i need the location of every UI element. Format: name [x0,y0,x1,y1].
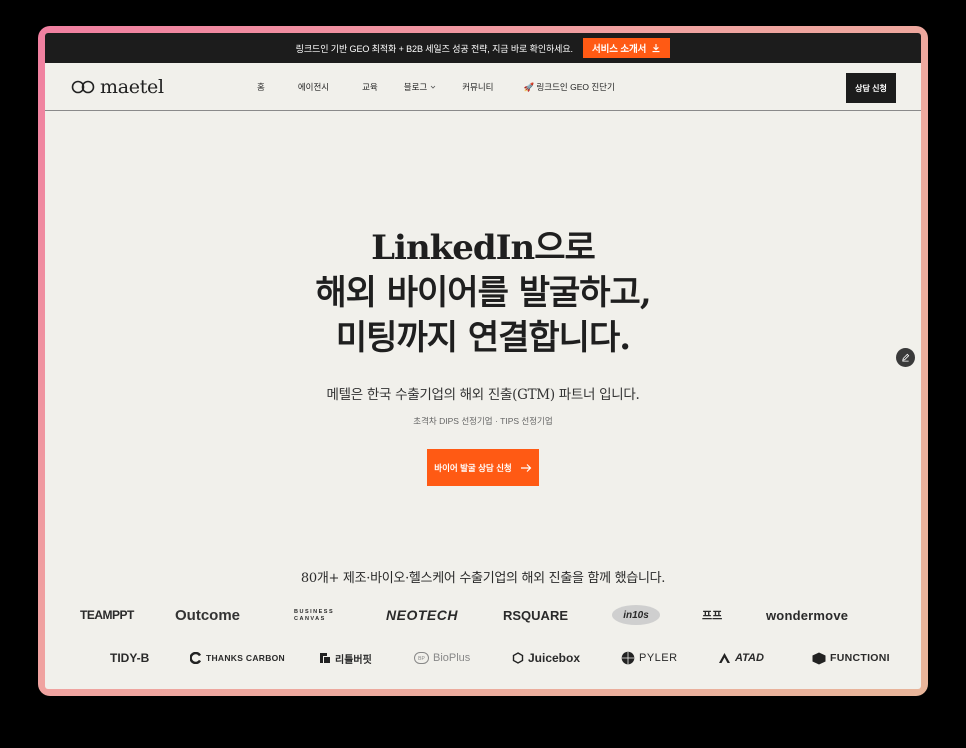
maetel-logo[interactable]: maetel [70,76,230,98]
client-logo-text: TIDY-B [110,651,150,665]
juicebox-mark-icon [512,652,524,664]
client-logo-text: wondermove [766,607,849,623]
announcement-text: 링크드인 기반 GEO 최적화 + B2B 세일즈 성공 전략, 지금 바로 확… [295,43,573,54]
bioplus-mark-icon: BP [414,652,429,664]
consult-button[interactable]: 상담 신청 [846,73,896,103]
client-logo: FUNCTIONI [812,652,890,665]
client-logo: TEAMPPT [80,608,134,622]
client-logo: ATAD [718,652,764,664]
client-logo: wondermove [766,608,848,623]
nav-item-label: 홈 [257,81,265,92]
browser-viewport: 링크드인 기반 GEO 최적화 + B2B 세일즈 성공 전략, 지금 바로 확… [45,33,921,689]
announcement-bar: 링크드인 기반 GEO 최적화 + B2B 세일즈 성공 전략, 지금 바로 확… [45,33,921,63]
client-logo-text: BioPlus [433,652,471,664]
client-logo-text: in10s [623,609,649,621]
client-logo: in10s [612,605,660,625]
atad-mark-icon [719,653,730,663]
hero-subtitle: 메텔은 한국 수출기업의 해외 진출(GTM) 파트너 입니다. [326,387,640,403]
window-frame: 링크드인 기반 GEO 최적화 + B2B 세일즈 성공 전략, 지금 바로 확… [38,26,928,696]
hero-certifications: 초격차 DIPS 선정기업 · TIPS 선정기업 [413,416,553,426]
client-logo-text: TEAMPPT [80,608,134,622]
function-mark-icon [812,652,826,664]
nav-item-label: 커뮤니티 [462,81,494,92]
client-logo: Juicebox [512,651,580,665]
service-brochure-label: 서비스 소개서 [591,44,647,55]
client-logo: BUSINESS CANVAS [294,609,334,622]
nav-item-education[interactable]: 교육 [362,81,378,93]
hero-line-3: 미팅까지 연결합니다. [335,318,631,358]
arrow-right-icon [520,463,532,472]
service-brochure-button[interactable]: 서비스 소개서 [582,38,671,58]
nav-item-home[interactable]: 홈 [257,81,265,93]
client-logo-text: PYLER [639,652,678,664]
client-logo: NEOTECH [386,607,458,623]
client-logo: RSQUARE [503,608,568,623]
download-icon [652,44,660,53]
nav-item-community[interactable]: 커뮤니티 [462,81,493,93]
client-logo-text: CANVAS [294,615,326,622]
nav-item-blog[interactable]: 블로그 [404,81,436,93]
client-logo: PYLER [621,651,678,665]
clients-title: 80개+ 제조·바이오·헬스케어 수출기업의 해외 진출을 함께 했습니다. [300,571,666,586]
client-logo-text: FUNCTIONI [830,652,890,664]
client-logo: TIDY-B [110,651,149,665]
client-logo: Outcome [175,607,240,624]
nav-item-label: 🚀 링크드인 GEO 진단기 [523,81,615,92]
client-logo-text: BUSINESS [294,608,335,615]
buyer-consult-label: 바이어 발굴 상담 신청 [434,462,512,473]
buyer-consult-button[interactable]: 바이어 발굴 상담 신청 [427,449,539,486]
client-logos-row-1: TEAMPPT Outcome BUSINESS CANVAS NEOTECH … [45,603,921,627]
client-logo-text: Juicebox [528,651,581,665]
logo-text: maetel [100,75,164,98]
nav-item-geo-diagnosis[interactable]: 🚀 링크드인 GEO 진단기 [524,81,615,93]
client-logo-text: Outcome [175,606,241,624]
nav-item-label: 교육 [362,81,378,92]
main-nav: maetel 홈 에이전시 교육 블로그 커뮤니티 🚀 링크드인 GEO 진단기… [45,63,921,111]
chevron-down-icon [430,85,436,89]
client-logo: 프프 [702,607,722,623]
hero-headline: LinkedIn으로 해외 바이어를 발굴하고, 미팅까지 연결합니다. [45,226,921,361]
nav-item-label: 블로그 [403,81,428,92]
thanks-carbon-mark-icon [190,652,202,664]
hero-section: LinkedIn으로 해외 바이어를 발굴하고, 미팅까지 연결합니다. 메텔은… [45,226,921,486]
client-logo: BP BioPlus [414,652,470,664]
client-logo-text: RSQUARE [503,607,569,623]
logo-mark-icon [71,80,95,93]
client-logo-text: ATAD [735,652,764,664]
client-logo-text: 리틀버핏 [335,654,372,666]
hero-line-2: 해외 바이어를 발굴하고, [315,273,651,313]
client-logos-row-2: TIDY-B THANKS CARBON 리틀버핏 BP BioPlus Jui… [45,646,921,670]
edit-floating-button[interactable] [896,348,915,367]
hero-line-1: LinkedIn으로 [371,228,596,268]
little-buffet-mark-icon [320,653,330,663]
client-logo: 리틀버핏 [319,651,372,666]
client-logo-text: NEOTECH [386,607,458,623]
svg-text:BP: BP [418,656,425,662]
nav-menu: 홈 에이전시 교육 블로그 커뮤니티 🚀 링크드인 GEO 진단기 [230,81,615,93]
client-logo-text: 프프 [702,610,723,622]
client-logo: THANKS CARBON [190,652,285,664]
pyler-mark-icon [621,651,635,665]
nav-item-agency[interactable]: 에이전시 [298,81,329,93]
client-logo-text: THANKS CARBON [206,653,285,663]
pencil-icon [902,353,910,362]
nav-item-label: 에이전시 [297,81,330,92]
